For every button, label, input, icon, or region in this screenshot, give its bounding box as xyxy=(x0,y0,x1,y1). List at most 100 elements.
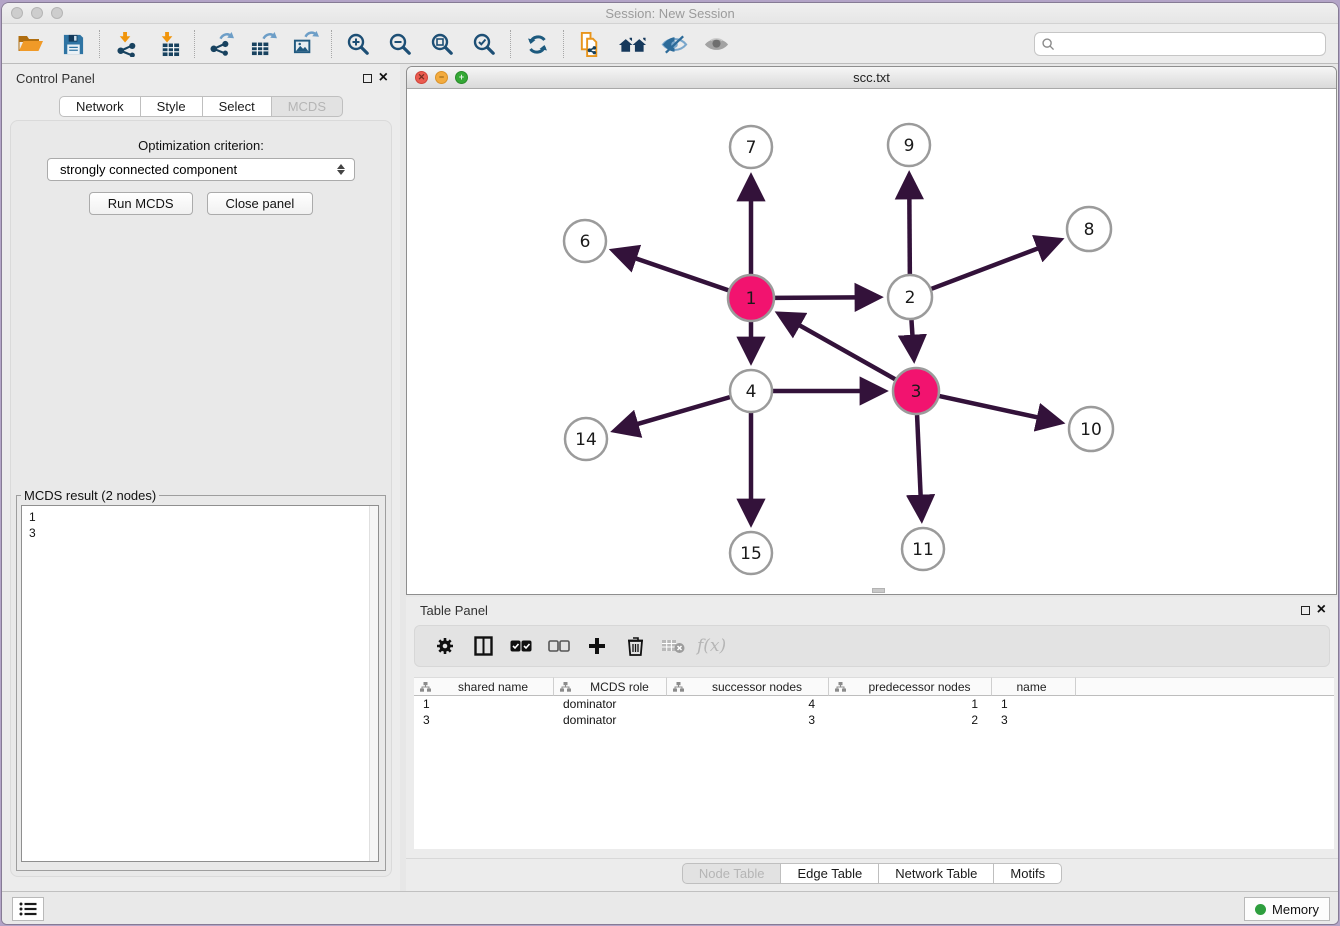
column-header-filler xyxy=(1076,677,1334,696)
column-settings-icon[interactable] xyxy=(431,632,459,660)
window-resize-handle[interactable] xyxy=(872,588,885,593)
node-6[interactable]: 6 xyxy=(564,220,606,262)
node-15[interactable]: 15 xyxy=(730,532,772,574)
float-panel-icon[interactable] xyxy=(363,74,372,83)
memory-status-icon xyxy=(1255,904,1266,915)
table-cell[interactable]: 3 xyxy=(992,712,1076,728)
search-input[interactable] xyxy=(1056,35,1325,53)
node-1[interactable]: 1 xyxy=(728,275,774,321)
column-type-icon xyxy=(420,682,431,692)
node-8[interactable]: 8 xyxy=(1067,207,1111,251)
clear-all-checks-icon[interactable] xyxy=(545,632,573,660)
network-window-titlebar[interactable]: ✕ − + scc.txt xyxy=(407,67,1336,89)
delete-column-icon[interactable] xyxy=(621,632,649,660)
toolbar-separator xyxy=(194,30,195,58)
criterion-dropdown[interactable]: strongly connected component xyxy=(47,158,355,181)
close-table-panel-icon[interactable]: × xyxy=(1317,602,1326,618)
table-row[interactable]: 3dominator323 xyxy=(414,712,1334,728)
node-4[interactable]: 4 xyxy=(730,370,772,412)
table-cell[interactable]: 3 xyxy=(414,712,554,728)
memory-button[interactable]: Memory xyxy=(1244,897,1330,921)
edge-2-3[interactable] xyxy=(911,320,913,358)
node-14[interactable]: 14 xyxy=(565,418,607,460)
network-canvas[interactable]: 1 2 3 4 6 7 8 9 10 11 14 15 xyxy=(407,89,1336,595)
zoom-in-icon[interactable] xyxy=(337,28,379,60)
edge-3-10[interactable] xyxy=(939,396,1059,422)
function-builder-icon[interactable]: f(x) xyxy=(697,636,726,656)
node-7[interactable]: 7 xyxy=(730,126,772,168)
node-3[interactable]: 3 xyxy=(893,368,939,414)
tab-mcds[interactable]: MCDS xyxy=(272,96,343,117)
column-header-shared-name[interactable]: shared name xyxy=(414,677,554,696)
edge-4-14[interactable] xyxy=(616,397,730,430)
table-cell[interactable]: 3 xyxy=(667,712,829,728)
export-image-icon[interactable] xyxy=(284,28,326,60)
zoom-fit-icon[interactable] xyxy=(421,28,463,60)
tab-network-table[interactable]: Network Table xyxy=(879,863,994,884)
edge-1-6[interactable] xyxy=(614,251,728,290)
node-11[interactable]: 11 xyxy=(902,528,944,570)
tab-select[interactable]: Select xyxy=(203,96,272,117)
node-9[interactable]: 9 xyxy=(888,124,930,166)
mcds-result-textarea[interactable]: 1 3 xyxy=(21,505,379,862)
table-cell[interactable]: dominator xyxy=(554,696,667,712)
svg-text:14: 14 xyxy=(575,430,597,450)
show-panel-icon[interactable] xyxy=(695,28,737,60)
edge-2-9[interactable] xyxy=(909,176,910,274)
home-view-icon[interactable] xyxy=(611,28,653,60)
table-row[interactable]: 1dominator411 xyxy=(414,696,1334,712)
edge-3-1[interactable] xyxy=(780,314,895,379)
search-box[interactable] xyxy=(1034,32,1326,56)
node-10[interactable]: 10 xyxy=(1069,407,1113,451)
table-cell[interactable]: 1 xyxy=(414,696,554,712)
table-cell[interactable]: 4 xyxy=(667,696,829,712)
status-bar: Memory xyxy=(2,891,1338,924)
edge-1-2[interactable] xyxy=(775,297,878,298)
export-table-icon[interactable] xyxy=(242,28,284,60)
tab-motifs[interactable]: Motifs xyxy=(994,863,1062,884)
tab-edge-table[interactable]: Edge Table xyxy=(781,863,879,884)
mcds-result-scrollbar[interactable] xyxy=(369,506,378,861)
table-cell[interactable]: dominator xyxy=(554,712,667,728)
clone-network-icon[interactable] xyxy=(569,28,611,60)
import-network-icon[interactable] xyxy=(105,28,147,60)
network-window-title: scc.txt xyxy=(407,70,1336,85)
export-network-icon[interactable] xyxy=(200,28,242,60)
column-type-icon xyxy=(560,682,571,692)
node-2[interactable]: 2 xyxy=(888,275,932,319)
close-panel-icon[interactable]: × xyxy=(379,70,388,86)
column-header-name[interactable]: name xyxy=(992,677,1076,696)
table-cell[interactable]: 1 xyxy=(829,696,992,712)
table-cell[interactable]: 1 xyxy=(992,696,1076,712)
zoom-out-icon[interactable] xyxy=(379,28,421,60)
dropdown-chevrons-icon xyxy=(337,164,345,175)
tab-node-table[interactable]: Node Table xyxy=(682,863,782,884)
svg-text:3: 3 xyxy=(911,382,922,402)
open-session-icon[interactable] xyxy=(10,28,52,60)
refresh-view-icon[interactable] xyxy=(516,28,558,60)
edge-3-11[interactable] xyxy=(917,415,922,518)
app-title: Session: New Session xyxy=(2,6,1338,21)
delete-table-icon[interactable] xyxy=(659,632,687,660)
float-table-panel-icon[interactable] xyxy=(1301,606,1310,615)
zoom-selected-icon[interactable] xyxy=(463,28,505,60)
hide-panel-icon[interactable] xyxy=(653,28,695,60)
task-history-button[interactable] xyxy=(12,897,44,921)
column-header-successor-nodes[interactable]: successor nodes xyxy=(667,677,829,696)
save-session-icon[interactable] xyxy=(52,28,94,60)
run-mcds-button[interactable]: Run MCDS xyxy=(89,192,193,215)
import-table-icon[interactable] xyxy=(147,28,189,60)
edge-2-8[interactable] xyxy=(932,240,1060,288)
tab-network[interactable]: Network xyxy=(59,96,141,117)
column-type-icon xyxy=(835,682,846,692)
table-cell[interactable]: 2 xyxy=(829,712,992,728)
merge-columns-icon[interactable] xyxy=(469,632,497,660)
tab-style[interactable]: Style xyxy=(141,96,203,117)
column-header-predecessor-nodes[interactable]: predecessor nodes xyxy=(829,677,992,696)
column-header-MCDS-role[interactable]: MCDS role xyxy=(554,677,667,696)
svg-text:2: 2 xyxy=(905,288,916,308)
select-all-checks-icon[interactable] xyxy=(507,632,535,660)
close-panel-button[interactable]: Close panel xyxy=(207,192,314,215)
add-column-icon[interactable] xyxy=(583,632,611,660)
mcds-result-title: MCDS result (2 nodes) xyxy=(21,488,159,503)
